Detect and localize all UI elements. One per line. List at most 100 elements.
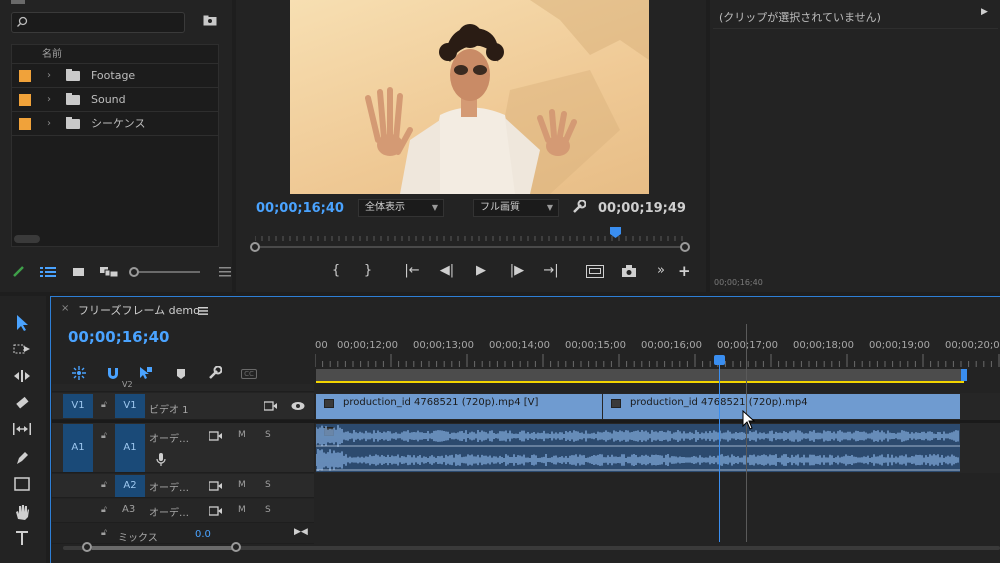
lock-icon[interactable]: 🔓︎ — [101, 528, 107, 538]
column-header-name[interactable]: 名前 — [12, 45, 218, 64]
program-video-frame[interactable] — [290, 0, 649, 194]
track-name-a2[interactable]: オーデ… — [149, 479, 189, 494]
new-search-bin-icon[interactable] — [203, 15, 217, 26]
hand-tool-icon[interactable] — [10, 503, 34, 523]
pen-tool-icon[interactable] — [10, 450, 34, 470]
ripple-edit-tool-icon[interactable] — [10, 369, 34, 389]
icon-view-icon[interactable] — [73, 268, 84, 276]
track-name-v1[interactable]: ビデオ 1 — [149, 401, 189, 416]
zoom-slider-handle[interactable] — [129, 267, 139, 277]
target-track-a1[interactable]: A1 — [115, 424, 145, 472]
panel-menu-icon[interactable] — [198, 305, 208, 315]
sync-lock-icon[interactable] — [208, 431, 222, 441]
list-view-icon[interactable] — [40, 267, 56, 277]
close-tab-icon[interactable]: × — [61, 303, 69, 314]
type-tool-icon[interactable] — [10, 530, 34, 550]
lock-icon[interactable]: 🔓︎ — [101, 505, 107, 515]
playhead-handle[interactable] — [714, 355, 725, 365]
wrench-icon[interactable] — [208, 365, 223, 380]
track-name-a3[interactable]: オーデ… — [149, 504, 189, 519]
safe-margins-icon[interactable] — [586, 265, 604, 278]
go-to-out-button[interactable]: →| — [542, 263, 560, 279]
sync-lock-icon[interactable] — [208, 481, 222, 491]
mark-out-button[interactable]: } — [359, 263, 377, 279]
go-to-edit-icon[interactable]: ▶◀ — [294, 527, 308, 537]
track-lane-a2[interactable] — [315, 474, 1000, 498]
track-header-a3[interactable]: 🔓︎ A3 オーデ… M S — [52, 499, 314, 523]
playback-resolution-select[interactable]: フル画質 ▼ — [473, 199, 559, 217]
chevron-right-icon[interactable]: › — [47, 88, 51, 112]
mark-in-button[interactable]: { — [327, 263, 345, 279]
captions-icon[interactable]: CC — [241, 369, 257, 379]
scroll-handle-left[interactable] — [82, 542, 92, 552]
camera-icon[interactable] — [621, 264, 637, 278]
scroll-thumb[interactable] — [92, 546, 235, 550]
sync-lock-icon[interactable] — [263, 401, 277, 411]
wrench-icon[interactable] — [572, 199, 587, 214]
chevron-right-icon[interactable]: › — [47, 64, 51, 88]
chevron-right-icon[interactable]: ▶ — [981, 7, 988, 17]
track-header-v1[interactable]: V1 🔓︎ V1 ビデオ 1 — [52, 393, 314, 420]
work-area-bar[interactable] — [316, 369, 961, 381]
razor-tool-icon[interactable] — [10, 395, 34, 415]
scroll-handle-left[interactable] — [250, 242, 260, 252]
timeline-horizontal-scrollbar[interactable] — [63, 542, 1000, 552]
out-point-marker[interactable] — [961, 369, 967, 381]
zoom-level-select[interactable]: 全体表示 ▼ — [358, 199, 444, 217]
video-clip-2[interactable]: production_id 4768521 (720p).mp4 — [603, 394, 960, 419]
mute-button[interactable]: M — [238, 430, 246, 440]
rectangle-tool-icon[interactable] — [10, 477, 34, 497]
step-back-button[interactable]: ◀| — [438, 263, 456, 279]
button-editor-icon[interactable]: + — [678, 262, 692, 280]
selection-tool-icon[interactable] — [10, 314, 34, 334]
sequence-tab[interactable]: フリーズフレーム demo — [78, 302, 200, 318]
eye-icon[interactable] — [291, 401, 305, 411]
bin-row-sequence[interactable]: › シーケンス — [12, 112, 218, 136]
solo-button[interactable]: S — [265, 505, 271, 515]
track-header-a1[interactable]: A1 🔓︎ A1 オーデ… M S — [52, 423, 314, 473]
source-patch-a1[interactable]: A1 — [63, 424, 93, 472]
bin-scrollbar[interactable] — [14, 235, 40, 243]
sequence-timecode[interactable]: 00;00;16;40 — [68, 328, 170, 346]
project-search-input[interactable] — [11, 12, 185, 33]
track-name-a1[interactable]: オーデ… — [149, 430, 189, 445]
lock-icon[interactable]: 🔓︎ — [101, 431, 107, 441]
audio-clip-a1[interactable] — [316, 424, 960, 472]
chevron-right-icon[interactable]: › — [47, 112, 51, 136]
program-current-timecode[interactable]: 00;00;16;40 — [256, 201, 344, 216]
solo-button[interactable]: S — [265, 430, 271, 440]
mix-volume-value[interactable]: 0.0 — [195, 529, 211, 540]
label-color-swatch[interactable] — [19, 118, 31, 130]
target-track-a2[interactable]: A2 — [115, 475, 145, 497]
nest-icon[interactable] — [72, 366, 86, 380]
pencil-icon[interactable] — [12, 265, 26, 277]
more-controls-icon[interactable]: » — [657, 263, 671, 279]
step-forward-button[interactable]: |▶ — [508, 263, 526, 279]
mute-button[interactable]: M — [238, 505, 246, 515]
video-clip-1[interactable]: production_id 4768521 (720p).mp4 [V] — [316, 394, 602, 419]
zoom-slider[interactable] — [129, 267, 200, 277]
target-track-v1[interactable]: V1 — [115, 394, 145, 418]
add-marker-icon[interactable] — [176, 368, 186, 380]
scroll-handle-right[interactable] — [680, 242, 690, 252]
target-track-a3[interactable]: A3 — [122, 504, 135, 515]
program-zoom-scrollbar[interactable] — [250, 242, 690, 252]
track-select-tool-icon[interactable] — [10, 342, 34, 362]
sync-lock-icon[interactable] — [208, 506, 222, 516]
label-color-swatch[interactable] — [19, 70, 31, 82]
lock-icon[interactable]: 🔓︎ — [101, 480, 107, 490]
bin-row-footage[interactable]: › Footage — [12, 64, 218, 88]
solo-button[interactable]: S — [265, 480, 271, 490]
timeline-ruler[interactable]: 00 00;00;12;00 00;00;13;00 00;00;14;00 0… — [315, 338, 1000, 368]
lock-icon[interactable]: 🔓︎ — [101, 400, 107, 410]
microphone-icon[interactable] — [156, 453, 166, 467]
label-color-swatch[interactable] — [19, 94, 31, 106]
mute-button[interactable]: M — [238, 480, 246, 490]
freeform-view-icon[interactable] — [100, 267, 119, 278]
program-playhead[interactable] — [610, 227, 621, 238]
slip-tool-icon[interactable] — [10, 422, 34, 442]
source-patch-v1[interactable]: V1 — [63, 394, 93, 418]
track-lane-a3[interactable] — [315, 499, 1000, 523]
linked-selection-icon[interactable] — [139, 366, 153, 380]
track-header-v2[interactable]: V2 — [52, 380, 314, 392]
